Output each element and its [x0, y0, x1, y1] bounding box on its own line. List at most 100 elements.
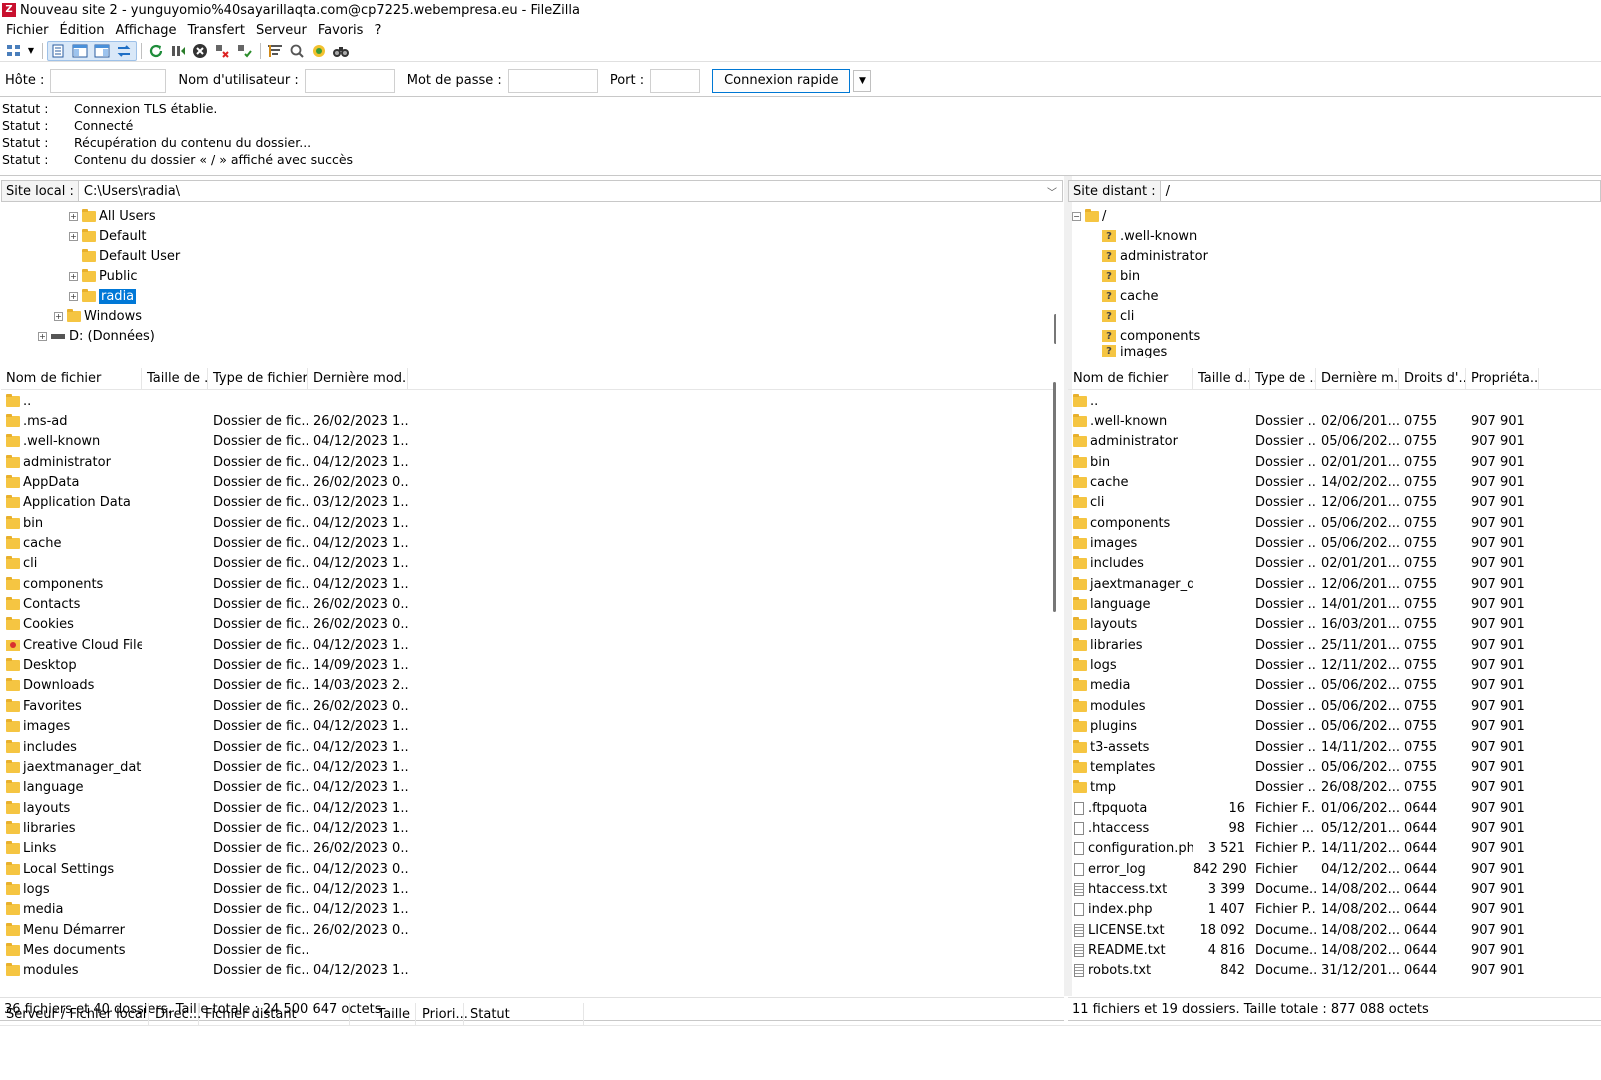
username-input[interactable]	[304, 68, 395, 93]
chevron-down-icon[interactable]: ﹀	[1047, 184, 1062, 199]
tree-item[interactable]: ? administrator	[1102, 246, 1208, 266]
table-row[interactable]: administrator Dossier de fic... 04/12/2023…	[1, 452, 1051, 472]
table-row[interactable]: modules Dossier ... 05/06/202... 0755 907 90…	[1068, 696, 1601, 716]
table-row[interactable]: Cookies Dossier de fic... 26/02/2023 0...	[1, 615, 1051, 635]
compare-icon[interactable]	[287, 41, 307, 61]
table-row[interactable]: bin Dossier de fic... 04/12/2023 1...	[1, 513, 1051, 533]
tree-item[interactable]: Default User	[69, 246, 180, 266]
table-row[interactable]: media Dossier de fic... 04/12/2023 1...	[1, 900, 1051, 920]
quickconnect-button[interactable]: Connexion rapide	[712, 68, 851, 93]
table-row[interactable]: layouts Dossier ... 16/03/201... 0755 907 90…	[1068, 615, 1601, 635]
column-owner[interactable]: Propriéta...	[1466, 368, 1539, 389]
queue-column-priority[interactable]: Priori...	[416, 1003, 468, 1025]
table-row[interactable]: modules Dossier de fic... 04/12/2023 1...	[1, 961, 1051, 981]
table-row[interactable]: ..	[1, 391, 1051, 411]
table-row[interactable]: Downloads Dossier de fic... 14/03/2023 2..…	[1, 676, 1051, 696]
tree-item[interactable]: ? cache	[1102, 286, 1159, 306]
table-row[interactable]: plugins Dossier ... 05/06/202... 0755 907 90…	[1068, 717, 1601, 737]
table-row[interactable]: Menu Démarrer Dossier de fic... 26/02/2023…	[1, 920, 1051, 940]
menu-affichage[interactable]: Affichage	[115, 23, 176, 38]
tree-item-selected[interactable]: + radia	[69, 286, 137, 306]
tree-item[interactable]: + D: (Données)	[38, 326, 155, 346]
filter-icon[interactable]	[265, 41, 285, 61]
expand-icon[interactable]: +	[69, 271, 78, 281]
table-row[interactable]: images Dossier ... 05/06/202... 0755 907 901	[1068, 533, 1601, 553]
table-row[interactable]: includes Dossier de fic... 04/12/2023 1...	[1, 737, 1051, 757]
queue-column-remote[interactable]: Fichier distant	[199, 1003, 350, 1025]
table-row[interactable]: logs Dossier ... 12/11/202... 0755 907 901	[1068, 655, 1601, 675]
table-row[interactable]: .ms-ad Dossier de fic... 26/02/2023 1...	[1, 411, 1051, 431]
menu-edition[interactable]: Édition	[60, 23, 105, 38]
table-row[interactable]: ..	[1068, 391, 1601, 411]
table-row[interactable]: administrator Dossier ... 05/06/202... 0755…	[1068, 432, 1601, 452]
column-modified[interactable]: Dernière m...	[1316, 368, 1399, 389]
tree-item[interactable]: + Windows	[54, 306, 142, 326]
column-type[interactable]: Type de ...	[1250, 368, 1316, 389]
tree-item-root[interactable]: − /	[1072, 206, 1106, 226]
table-row[interactable]: bin Dossier ... 02/01/201... 0755 907 901	[1068, 452, 1601, 472]
menu-serveur[interactable]: Serveur	[256, 23, 307, 38]
table-row[interactable]: LICENSE.txt 18 092 Docume... 14/08/202... 06…	[1068, 920, 1601, 940]
table-row[interactable]: components Dossier de fic... 04/12/2023 1.…	[1, 574, 1051, 594]
table-row[interactable]: Local Settings Dossier de fic... 04/12/202…	[1, 859, 1051, 879]
local-path-input[interactable]: C:\Users\radia\	[79, 184, 1047, 199]
table-row[interactable]: .ftpquota 16 Fichier F... 01/06/202... 0644 9…	[1068, 798, 1601, 818]
column-modified[interactable]: Dernière mod...	[308, 368, 408, 389]
local-file-list[interactable]: .. .ms-ad Dossier de fic... 26/02/2023 1...…	[1, 391, 1051, 991]
dropdown-arrow-icon[interactable]: ▼	[26, 41, 36, 61]
column-filename[interactable]: Nom de fichier	[1, 368, 142, 389]
table-row[interactable]: jaextmanager_data Dossier de fic... 04/12/…	[1, 757, 1051, 777]
table-row[interactable]: htaccess.txt 3 399 Docume... 14/08/202... 06…	[1068, 879, 1601, 899]
toggle-log-icon[interactable]	[48, 41, 68, 61]
table-row[interactable]: language Dossier ... 14/01/201... 0755 907 9…	[1068, 594, 1601, 614]
column-permissions[interactable]: Droits d'...	[1399, 368, 1466, 389]
table-row[interactable]: tmp Dossier ... 26/08/202... 0755 907 901	[1068, 778, 1601, 798]
table-row[interactable]: libraries Dossier ... 25/11/201... 0755 907 …	[1068, 635, 1601, 655]
tree-item[interactable]: ? images	[1102, 345, 1167, 358]
menu-fichier[interactable]: Fichier	[6, 23, 49, 38]
table-row[interactable]: README.txt 4 816 Docume... 14/08/202... 0644…	[1068, 940, 1601, 960]
refresh-icon[interactable]	[146, 41, 166, 61]
expand-icon[interactable]: +	[54, 311, 63, 321]
disconnect-icon[interactable]	[212, 41, 232, 61]
queue-column-status[interactable]: Statut	[464, 1003, 584, 1025]
table-row[interactable]: components Dossier ... 05/06/202... 0755 907…	[1068, 513, 1601, 533]
table-row[interactable]: Favorites Dossier de fic... 26/02/2023 0..…	[1, 696, 1051, 716]
table-row[interactable]: .well-known Dossier ... 02/06/201... 0755 90…	[1068, 411, 1601, 431]
search-icon[interactable]	[331, 41, 351, 61]
quickconnect-dropdown-icon[interactable]: ▼	[853, 69, 872, 92]
remote-file-list[interactable]: .. .well-known Dossier ... 02/06/201... 0755…	[1068, 391, 1601, 991]
table-row[interactable]: language Dossier de fic... 04/12/2023 1...	[1, 778, 1051, 798]
table-row[interactable]: cache Dossier de fic... 04/12/2023 1...	[1, 533, 1051, 553]
collapse-icon[interactable]: −	[1072, 211, 1081, 221]
cancel-icon[interactable]	[190, 41, 210, 61]
local-tree[interactable]: + All Users + Default Default User + Public…	[1, 206, 1056, 358]
table-row[interactable]: cache Dossier ... 14/02/202... 0755 907 901	[1068, 472, 1601, 492]
column-type[interactable]: Type de fichier	[208, 368, 308, 389]
table-row[interactable]: configuration.php 3 521 Fichier P... 14/11/…	[1068, 839, 1601, 859]
toggle-queue-icon[interactable]	[114, 41, 134, 61]
table-row[interactable]: cli Dossier ... 12/06/201... 0755 907 901	[1068, 493, 1601, 513]
menu-favoris[interactable]: Favoris	[318, 23, 364, 38]
column-size[interactable]: Taille d...	[1193, 368, 1250, 389]
reconnect-icon[interactable]	[234, 41, 254, 61]
table-row[interactable]: Links Dossier de fic... 26/02/2023 0...	[1, 839, 1051, 859]
table-row[interactable]: media Dossier ... 05/06/202... 0755 907 901	[1068, 676, 1601, 696]
process-queue-icon[interactable]	[168, 41, 188, 61]
table-row[interactable]: Contacts Dossier de fic... 26/02/2023 0...	[1, 594, 1051, 614]
table-row[interactable]: includes Dossier ... 02/01/201... 0755 907 9…	[1068, 554, 1601, 574]
table-row[interactable]: templates Dossier ... 05/06/202... 0755 907 …	[1068, 757, 1601, 777]
table-row[interactable]: logs Dossier de fic... 04/12/2023 1...	[1, 879, 1051, 899]
toggle-remote-tree-icon[interactable]	[92, 41, 112, 61]
local-list-scrollbar[interactable]	[1053, 382, 1056, 612]
table-row[interactable]: .htaccess 98 Fichier ... 05/12/201... 0644 90…	[1068, 818, 1601, 838]
column-filename[interactable]: Nom de fichier	[1068, 368, 1193, 389]
table-row[interactable]: robots.txt 842 Docume... 31/12/201... 0644 90…	[1068, 961, 1601, 981]
tree-item[interactable]: ? bin	[1102, 266, 1140, 286]
menu-transfert[interactable]: Transfert	[188, 23, 245, 38]
table-row[interactable]: cli Dossier de fic... 04/12/2023 1...	[1, 554, 1051, 574]
expand-icon[interactable]: +	[69, 211, 78, 221]
table-row[interactable]: libraries Dossier de fic... 04/12/2023 1..…	[1, 818, 1051, 838]
table-row[interactable]: Application Data Dossier de fic... 03/12/2…	[1, 493, 1051, 513]
table-row[interactable]: index.php 1 407 Fichier P... 14/08/202... 06…	[1068, 900, 1601, 920]
